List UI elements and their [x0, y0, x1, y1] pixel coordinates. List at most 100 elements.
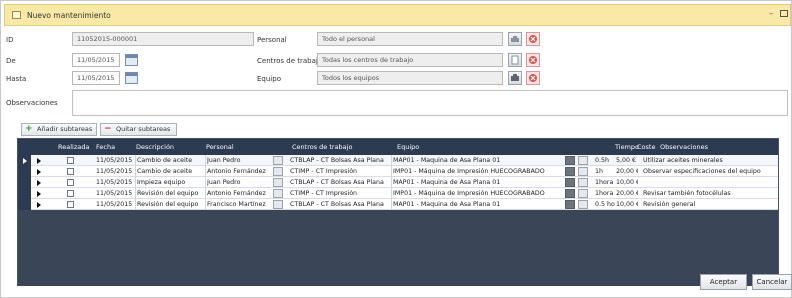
search-equipo-button[interactable] — [508, 71, 522, 85]
divider — [391, 177, 392, 188]
de-label: De — [6, 57, 16, 65]
table-row[interactable]: 11/05/2015 Cambio de aceite Antonio Fern… — [18, 166, 778, 177]
minimize-icon[interactable]: – — [769, 9, 774, 19]
gear-icon[interactable] — [578, 167, 588, 176]
machine-icon[interactable] — [565, 189, 575, 198]
search-icon — [511, 36, 519, 42]
maximize-icon[interactable] — [780, 10, 788, 17]
cell-personal: Juan Pedro — [207, 157, 241, 164]
expand-icon[interactable] — [37, 202, 41, 208]
column-header[interactable]: Centros de trabajo — [292, 143, 352, 151]
column-header[interactable]: Fecha — [96, 143, 115, 151]
remove-subtasks-button[interactable]: − Quitar subtareas — [100, 123, 177, 136]
cell-personal: Francisco Martínez — [207, 201, 266, 208]
search-icon[interactable] — [273, 167, 283, 176]
row-indicator[interactable] — [18, 188, 31, 199]
table-row[interactable]: 11/05/2015 Cambio de aceite Juan Pedro C… — [18, 155, 778, 166]
plus-icon: + — [25, 124, 33, 134]
cell-fecha: 11/05/2015 — [96, 168, 133, 175]
column-header[interactable]: Equipo — [397, 143, 419, 151]
divider — [391, 155, 392, 166]
done-checkbox[interactable] — [67, 179, 74, 186]
observaciones-textarea[interactable] — [72, 90, 788, 116]
clear-personal-button[interactable] — [526, 32, 540, 46]
done-checkbox[interactable] — [67, 157, 74, 164]
hasta-date-field[interactable]: 11/05/2015 — [72, 71, 120, 85]
search-icon[interactable] — [273, 200, 283, 209]
grid-empty-area — [18, 210, 778, 286]
machine-icon[interactable] — [565, 167, 575, 176]
expand-icon[interactable] — [37, 180, 41, 186]
column-header[interactable]: Coste — [637, 143, 655, 151]
cell-tiempo: 1hora — [595, 190, 614, 197]
row-indicator[interactable] — [18, 155, 31, 166]
done-checkbox[interactable] — [67, 201, 74, 208]
cell-descripcion: Cambio de aceite — [137, 157, 193, 164]
current-row-icon — [23, 158, 27, 164]
cell-centro: CTIMP - CT Impresión — [290, 190, 358, 197]
cell-descripcion: Revisión del equipo — [137, 201, 199, 208]
cell-observaciones: Utilizar aceites minerales — [643, 157, 723, 164]
table-row[interactable]: 11/05/2015 Impieza equipo Juan Pedro CTB… — [18, 177, 778, 188]
row-indicator[interactable] — [18, 199, 31, 210]
row-indicator[interactable] — [18, 166, 31, 177]
gear-icon[interactable] — [578, 156, 588, 165]
expand-icon[interactable] — [37, 191, 41, 197]
column-header[interactable]: Personal — [206, 143, 234, 151]
cell-coste: 10,00 € — [616, 201, 638, 208]
search-icon[interactable] — [273, 156, 283, 165]
column-header[interactable]: Descripción — [136, 143, 174, 151]
row-indicator[interactable] — [18, 177, 31, 188]
machine-icon[interactable] — [565, 200, 575, 209]
clear-equipo-button[interactable] — [526, 71, 540, 85]
cell-descripcion: Revisión del equipo — [137, 190, 199, 197]
gear-icon[interactable] — [578, 189, 588, 198]
equipo-field[interactable]: Todos los equipos — [317, 71, 503, 85]
search-icon[interactable] — [273, 178, 283, 187]
table-row[interactable]: 11/05/2015 Revisión del equipo Antonio F… — [18, 188, 778, 199]
calendar-icon[interactable] — [125, 72, 138, 84]
expand-icon[interactable] — [37, 169, 41, 175]
expand-icon[interactable] — [37, 158, 41, 164]
remove-subtasks-label: Quitar subtareas — [116, 125, 171, 133]
column-header[interactable]: Observaciones — [660, 143, 708, 151]
add-subtasks-label: Añadir subtareas — [37, 125, 93, 133]
cell-observaciones: Revisión general — [643, 201, 696, 208]
cell-personal: Juan Pedro — [207, 179, 241, 186]
table-row[interactable]: 11/05/2015 Revisión del equipo Francisco… — [18, 199, 778, 210]
cell-equipo: IMP01 - Máquina de Impresión HUECOGRABAD… — [393, 190, 545, 197]
machine-icon[interactable] — [565, 178, 575, 187]
cell-descripcion: Impieza equipo — [137, 179, 186, 186]
divider — [391, 199, 392, 210]
add-subtasks-button[interactable]: + Añadir subtareas — [21, 123, 97, 136]
centros-field[interactable]: Todas los centros de trabajo — [317, 53, 503, 67]
search-personal-button[interactable] — [508, 32, 522, 46]
done-checkbox[interactable] — [67, 168, 74, 175]
title-bar[interactable]: Nuevo mantenimiento – — [4, 4, 791, 26]
cell-centro: CTBLAP - CT Bolsas Asa Plana — [290, 201, 384, 208]
column-header[interactable]: Tiempo — [615, 143, 639, 151]
personal-field[interactable]: Todo el personal — [317, 32, 503, 46]
search-centros-button[interactable] — [508, 53, 522, 67]
de-date-field[interactable]: 11/05/2015 — [72, 53, 120, 67]
calendar-icon[interactable] — [125, 54, 138, 66]
column-header[interactable]: Realizada — [58, 143, 89, 151]
cell-tiempo: 1hora — [595, 179, 614, 186]
accept-button[interactable]: Aceptar — [700, 274, 747, 290]
id-field[interactable]: 11052015-000001 — [72, 32, 254, 46]
centros-label: Centros de trabajo — [257, 57, 323, 65]
divider — [205, 166, 206, 177]
done-checkbox[interactable] — [67, 190, 74, 197]
cell-descripcion: Cambio de aceite — [137, 168, 193, 175]
divider — [205, 188, 206, 199]
cancel-button[interactable]: Cancelar — [752, 274, 792, 290]
clear-centros-button[interactable] — [526, 53, 540, 67]
cell-equipo: IMP01 - Máquina de Impresión HUECOGRABAD… — [393, 168, 545, 175]
cell-fecha: 11/05/2015 — [96, 157, 133, 164]
gear-icon[interactable] — [578, 200, 588, 209]
search-icon[interactable] — [273, 189, 283, 198]
cell-tiempo: 0.5h — [595, 157, 610, 164]
machine-icon[interactable] — [565, 156, 575, 165]
gear-icon[interactable] — [578, 178, 588, 187]
cell-centro: CTBLAP - CT Bolsas Asa Plana — [290, 179, 384, 186]
